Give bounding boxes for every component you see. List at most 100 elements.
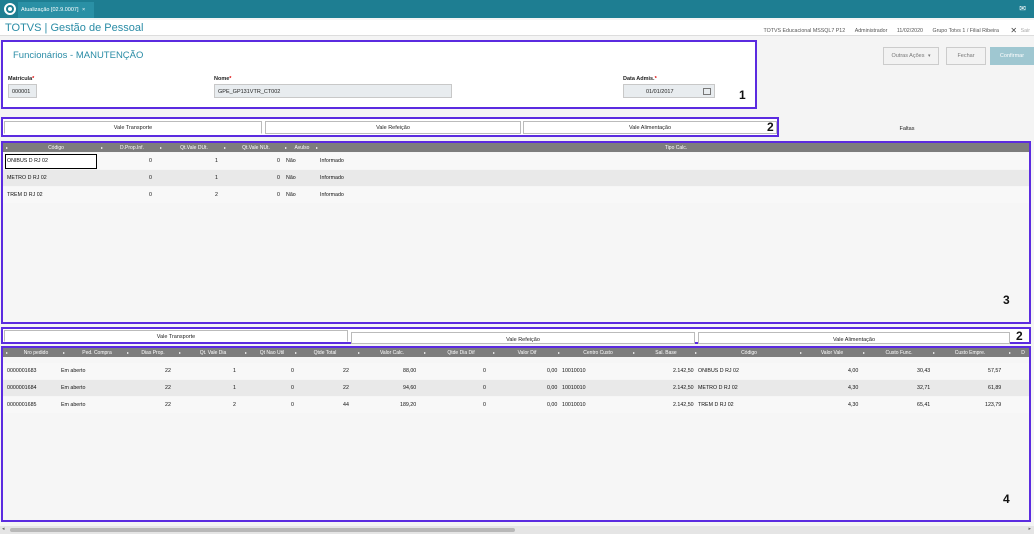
close-icon[interactable]: ✕: [1010, 26, 1017, 35]
tab-vale-alimentacao-bottom[interactable]: Vale Alimentação: [698, 332, 1010, 344]
cell-codigo: ONIBUS D RJ 02: [7, 158, 48, 164]
environment-label: TOTVS Educacional MSSQL7 P12: [763, 28, 846, 34]
scroll-right-icon[interactable]: ▸: [1028, 526, 1031, 532]
table-row[interactable]: 0000001684 Em aberto 22 1 0 22 94,60 0 0…: [3, 380, 1029, 396]
cell-tipo-calc: Informado: [320, 192, 344, 198]
annotation-marker-2b: 2: [1016, 329, 1023, 343]
data-admissao-label-text: Data Admis.: [623, 76, 655, 82]
cell-centro-custo: 10010010: [562, 385, 586, 391]
col-qt-nao-util[interactable]: Qt Nao Util: [249, 348, 295, 357]
cell-valor-calc: 189,20: [400, 402, 417, 408]
cell-custo-func: 65,41: [917, 402, 931, 408]
col-qt-vale-dia[interactable]: Qt. Vale Dia: [183, 348, 243, 357]
col-avulso[interactable]: Avulso: [289, 143, 315, 152]
cell-qtde-dia-dif: 0: [483, 402, 486, 408]
grid-pedidos: ▸ Nro pedido ▸ Ped. Compra ▸ Dias Prop. …: [1, 346, 1031, 522]
user-label[interactable]: Administrador: [855, 28, 888, 34]
col-valor-vale[interactable]: Valor Vale: [805, 348, 859, 357]
cell-qtde-total: 44: [343, 402, 349, 408]
col-tipo-calc[interactable]: Tipo Calc.: [321, 143, 1029, 152]
form-title: Funcionários - MANUTENÇÃO: [13, 50, 144, 61]
top-tab-bar: Atualização [02.9.0007] × ✉: [0, 0, 1034, 18]
col-codigo[interactable]: Código: [699, 348, 799, 357]
col-valor-dif[interactable]: Valor Dif: [497, 348, 557, 357]
col-centro-custo[interactable]: Centro Custo: [563, 348, 633, 357]
table-row[interactable]: ONIBUS D RJ 02 0 1 0 Não Informado: [3, 153, 1029, 169]
cell-valor-dif: 0,00: [547, 385, 558, 391]
app-tab[interactable]: Atualização [02.9.0007] ×: [18, 2, 94, 18]
confirm-button[interactable]: Confirmar: [990, 47, 1034, 65]
col-valor-calc[interactable]: Valor Calc.: [363, 348, 421, 357]
nome-input[interactable]: GPE_GP131VTR_CT002: [214, 84, 452, 98]
cell-valor-vale: 4,30: [848, 385, 859, 391]
cell-avulso: Não: [286, 158, 296, 164]
col-custo-func[interactable]: Custo Func.: [867, 348, 931, 357]
matricula-label: Matrícula*: [8, 76, 34, 82]
col-qt-vale-dut[interactable]: Qt.Vale DUt.: [165, 143, 223, 152]
matricula-input[interactable]: 000001: [8, 84, 37, 98]
col-codigo[interactable]: Código: [11, 143, 101, 152]
grid-header: ▸ Código ▸ D.Prop.Inf. ▸ Qt.Vale DUt. ▸ …: [3, 143, 1029, 152]
col-nro-pedido[interactable]: Nro pedido: [11, 348, 61, 357]
annotation-marker-4: 4: [1003, 492, 1010, 506]
cell-qt-vale-dia: 1: [233, 385, 236, 391]
col-qtde-total[interactable]: Qtde Total: [299, 348, 351, 357]
exit-label[interactable]: Sair: [1021, 28, 1030, 34]
close-icon[interactable]: ×: [82, 7, 85, 13]
mail-icon[interactable]: ✉: [1019, 4, 1026, 13]
table-row[interactable]: METRO D RJ 02 0 1 0 Não Informado: [3, 170, 1029, 186]
matricula-label-text: Matrícula: [8, 76, 33, 82]
required-mark: *: [229, 76, 232, 82]
tab-vale-refeicao[interactable]: Vale Refeição: [265, 121, 521, 134]
calendar-icon[interactable]: [703, 88, 711, 95]
tab-vale-alimentacao[interactable]: Vale Alimentação: [523, 121, 777, 134]
col-custo-empre[interactable]: Custo Empre.: [937, 348, 1003, 357]
tab-vale-transporte[interactable]: Vale Transporte: [4, 121, 262, 134]
cell-qt-vale-dia: 1: [233, 368, 236, 374]
cell-custo-empre: 123,79: [985, 402, 1002, 408]
data-admissao-input[interactable]: 01/01/2017: [623, 84, 715, 98]
cell-qtde-total: 22: [343, 368, 349, 374]
tab-vale-transporte-bottom[interactable]: Vale Transporte: [4, 330, 348, 342]
cell-ped-compra: Em aberto: [61, 385, 86, 391]
cell-qt-dut: 1: [215, 158, 218, 164]
col-dias-prop[interactable]: Dias Prop.: [131, 348, 175, 357]
table-row[interactable]: 0000001683 Em aberto 22 1 0 22 88,00 0 0…: [3, 363, 1029, 379]
table-row[interactable]: TREM D RJ 02 0 2 0 Não Informado: [3, 187, 1029, 203]
data-admissao-value: 01/01/2017: [646, 89, 674, 95]
cell-ped-compra: Em aberto: [61, 402, 86, 408]
cell-sal-base: 2.142,50: [673, 368, 694, 374]
col-qtde-dia-dif[interactable]: Qtde Dia Dif: [429, 348, 493, 357]
col-qt-vale-nut[interactable]: Qt.Vale NUt.: [229, 143, 283, 152]
nome-label-text: Nome: [214, 76, 230, 82]
scroll-left-icon[interactable]: ◂: [2, 526, 5, 532]
grid-vale-transporte: ▸ Código ▸ D.Prop.Inf. ▸ Qt.Vale DUt. ▸ …: [1, 141, 1031, 324]
cell-d-prop: 0: [149, 175, 152, 181]
bottom-tabs-box: Vale Transporte Vale Refeição Vale Alime…: [1, 327, 1031, 344]
cell-custo-empre: 57,57: [988, 368, 1002, 374]
required-mark: *: [32, 76, 35, 82]
col-d[interactable]: D: [1015, 348, 1029, 357]
cell-dias-prop: 22: [165, 385, 171, 391]
cell-qt-nut: 0: [277, 192, 280, 198]
col-ped-compra[interactable]: Ped. Compra: [67, 348, 127, 357]
horizontal-scrollbar[interactable]: ◂ ▸: [0, 526, 1034, 534]
cell-centro-custo: 10010010: [562, 402, 586, 408]
col-sal-base[interactable]: Sal. Base: [637, 348, 695, 357]
cell-dias-prop: 22: [165, 368, 171, 374]
table-row[interactable]: 0000001685 Em aberto 22 2 0 44 189,20 0 …: [3, 397, 1029, 413]
col-d-prop-inf[interactable]: D.Prop.Inf.: [107, 143, 157, 152]
cell-nro-pedido: 0000001683: [7, 368, 37, 374]
other-actions-button[interactable]: Outras Ações ▾: [883, 47, 939, 65]
cell-centro-custo: 10010010: [562, 368, 586, 374]
tab-vale-refeicao-bottom[interactable]: Vale Refeição: [351, 332, 695, 344]
cell-valor-vale: 4,00: [848, 368, 859, 374]
close-button[interactable]: Fechar: [946, 47, 986, 65]
scrollbar-thumb[interactable]: [10, 528, 515, 532]
tab-faltas[interactable]: Faltas: [780, 121, 1034, 135]
top-tabs-box: Vale Transporte Vale Refeição Vale Alime…: [1, 117, 779, 137]
cell-valor-dif: 0,00: [547, 368, 558, 374]
grid-header: ▸ Nro pedido ▸ Ped. Compra ▸ Dias Prop. …: [3, 348, 1029, 357]
branch-label[interactable]: Grupo Totvs 1 / Filial Ribeira: [932, 28, 998, 34]
cell-codigo: TREM D RJ 02: [698, 402, 734, 408]
